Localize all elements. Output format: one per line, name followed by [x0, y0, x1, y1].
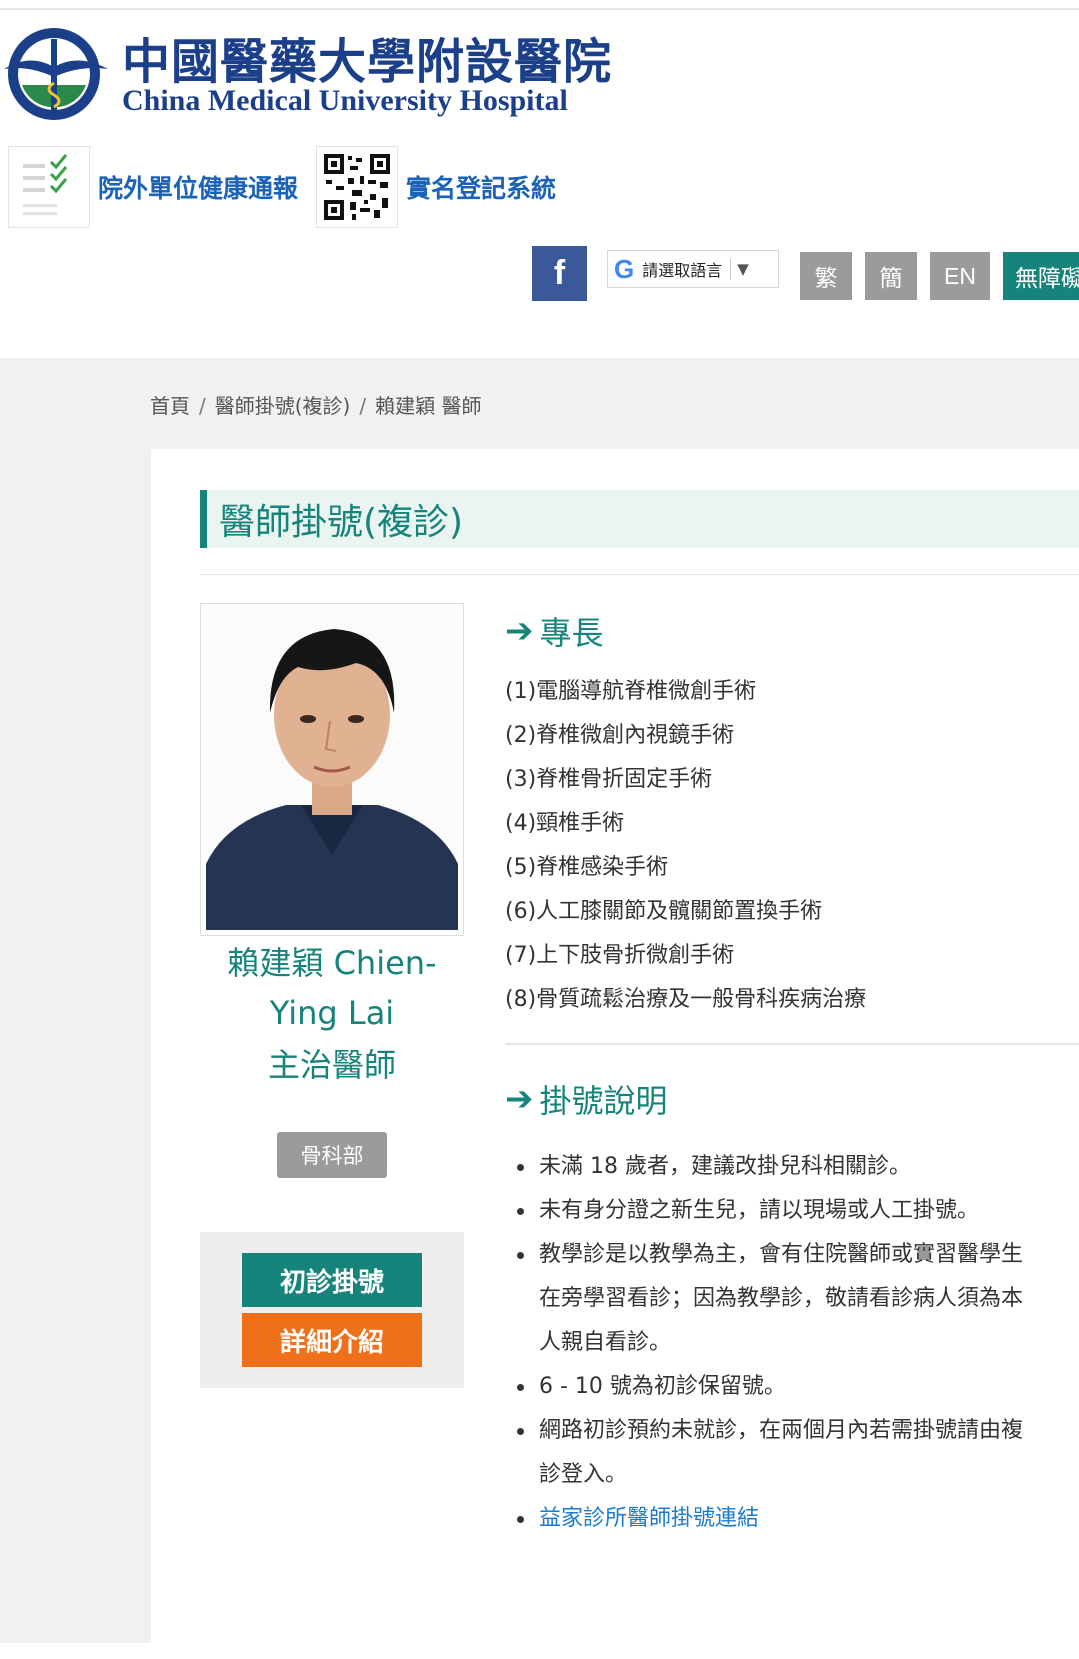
- specialty-item: (7)上下肢骨折微創手術: [505, 943, 735, 968]
- specialty-item: (5)脊椎感染手術: [505, 855, 669, 880]
- page-title: 醫師掛號(複診): [219, 502, 464, 543]
- doctor-name: 賴建穎 Chien- Ying Lai: [200, 938, 464, 1038]
- accessibility-button[interactable]: 無障礙: [1003, 252, 1079, 300]
- breadcrumb-current: 賴建穎 醫師: [375, 394, 482, 418]
- top-border-line: [0, 8, 1079, 10]
- registration-notes-list: 未滿 18 歲者，建議改掛兒科相關診。 未有身分證之新生兒，請以現場或人工掛號。…: [515, 1145, 1035, 1541]
- hospital-name-english[interactable]: China Medical University Hospital: [122, 84, 568, 118]
- note-item: 網路初診預約未就診，在兩個月內若需掛號請由複診登入。: [515, 1409, 1035, 1497]
- breadcrumb-separator: /: [199, 394, 206, 418]
- registration-notes-heading-text: 掛號說明: [539, 1082, 668, 1120]
- dropdown-arrow-icon: ▼: [737, 260, 749, 278]
- health-report-link[interactable]: 院外單位健康通報: [8, 146, 298, 228]
- clinic-registration-link[interactable]: 益家診所醫師掛號連結: [515, 1497, 1035, 1541]
- breadcrumb: 首頁 / 醫師掛號(複診) / 賴建穎 醫師: [150, 390, 481, 419]
- real-name-registration-link[interactable]: 實名登記系統: [316, 146, 556, 228]
- doctor-name-line-1: 賴建穎 Chien-: [227, 944, 437, 982]
- title-divider: [200, 574, 1079, 575]
- doctor-title: 主治醫師: [267, 1046, 396, 1084]
- department-badge[interactable]: 骨科部: [277, 1132, 387, 1178]
- facebook-icon[interactable]: f: [532, 246, 587, 301]
- language-translate-select[interactable]: G 請選取語言 ▼: [607, 250, 779, 288]
- specialty-heading-text: 專長: [539, 614, 604, 652]
- first-visit-registration-button[interactable]: 初診掛號: [242, 1253, 422, 1307]
- real-name-registration-label[interactable]: 實名登記系統: [406, 169, 556, 205]
- arrow-right-icon: ➔: [505, 1079, 534, 1119]
- registration-notes-heading: ➔ 掛號說明: [505, 1076, 668, 1122]
- breadcrumb-separator: /: [359, 394, 367, 418]
- health-report-label[interactable]: 院外單位健康通報: [98, 169, 298, 205]
- action-button-panel: 初診掛號 詳細介紹: [200, 1232, 464, 1388]
- specialty-item: (3)脊椎骨折固定手術: [505, 767, 713, 792]
- checklist-icon: [8, 146, 90, 228]
- translate-label: 請選取語言: [642, 261, 723, 280]
- hospital-name-chinese[interactable]: 中國醫藥大學附設醫院: [122, 22, 612, 92]
- qr-code-icon: [316, 146, 398, 228]
- arrow-right-icon: ➔: [505, 611, 534, 651]
- section-divider: [505, 1043, 1079, 1045]
- note-item: 6 - 10 號為初診保留號。: [515, 1365, 1035, 1409]
- breadcrumb-home[interactable]: 首頁: [150, 394, 190, 418]
- translate-divider: [730, 258, 732, 280]
- note-item: 未滿 18 歲者，建議改掛兒科相關診。: [515, 1145, 1035, 1189]
- specialty-item: (8)骨質疏鬆治療及一般骨科疾病治療: [505, 987, 867, 1012]
- specialty-heading: ➔ 專長: [505, 608, 604, 654]
- breadcrumb-registration[interactable]: 醫師掛號(複診): [215, 394, 351, 418]
- note-item: 未有身分證之新生兒，請以現場或人工掛號。: [515, 1189, 1035, 1233]
- doctor-name-line-2: Ying Lai: [269, 994, 395, 1032]
- google-g-icon: G: [614, 253, 635, 284]
- specialty-item: (1)電腦導航脊椎微創手術: [505, 679, 757, 704]
- doctor-detail-button[interactable]: 詳細介紹: [242, 1313, 422, 1367]
- specialty-list: (1)電腦導航脊椎微創手術 (2)脊椎微創內視鏡手術 (3)脊椎骨折固定手術 (…: [505, 670, 866, 1022]
- doctor-photo: [200, 603, 464, 936]
- specialty-item: (4)頸椎手術: [505, 811, 625, 836]
- note-item: 教學診是以教學為主，會有住院醫師或實習醫學生在旁學習看診；因為教學診，敬請看診病…: [515, 1233, 1035, 1365]
- page-title-bar: 醫師掛號(複診): [200, 490, 1079, 548]
- hospital-logo-emblem[interactable]: [2, 25, 110, 123]
- specialty-item: (2)脊椎微創內視鏡手術: [505, 723, 735, 748]
- lang-english-button[interactable]: EN: [930, 252, 990, 300]
- lang-simplified-button[interactable]: 簡: [865, 252, 917, 300]
- lang-traditional-button[interactable]: 繁: [800, 252, 852, 300]
- specialty-item: (6)人工膝關節及髖關節置換手術: [505, 899, 823, 924]
